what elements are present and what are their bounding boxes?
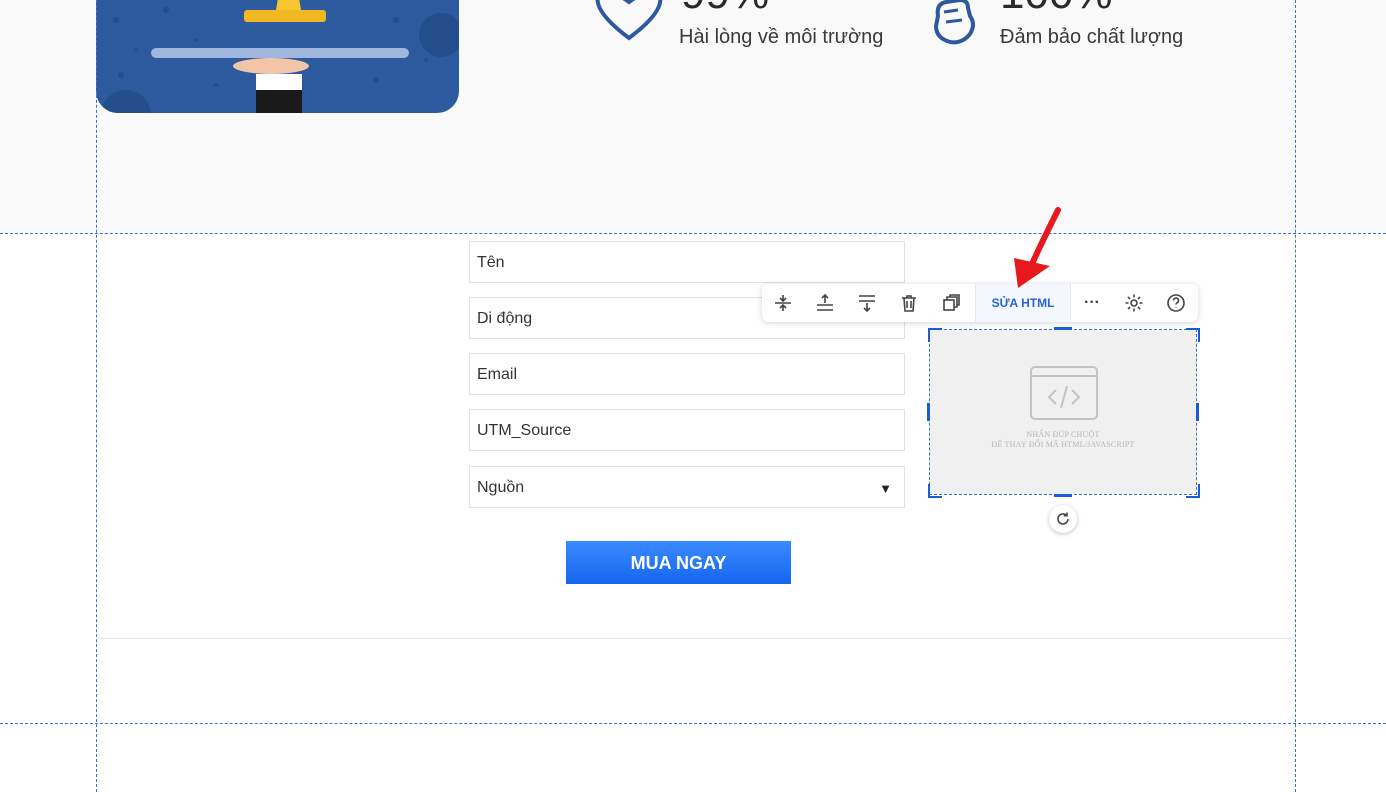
name-field[interactable]: Tên <box>469 241 905 283</box>
buy-now-button[interactable]: MUA NGAY <box>566 541 791 584</box>
more-options-button[interactable]: ··· <box>1071 284 1113 322</box>
stat-label: Đảm bảo chất lượng <box>1000 26 1184 48</box>
move-up-icon[interactable] <box>804 284 846 322</box>
email-field[interactable]: Email <box>469 353 905 395</box>
section-boundary <box>0 233 1386 234</box>
divider <box>97 638 1295 639</box>
html-embed-block[interactable]: NHẤN ĐÚP CHUỘT ĐỂ THAY ĐỔI MÃ HTML/JAVAS… <box>929 329 1197 495</box>
resize-handle[interactable] <box>928 484 942 498</box>
resize-handle[interactable] <box>1186 328 1200 342</box>
source-select[interactable]: Nguồn ▼ <box>469 466 905 508</box>
resize-handle[interactable] <box>1054 327 1072 330</box>
help-icon[interactable] <box>1155 284 1197 322</box>
stat-number: 100% <box>1000 0 1113 16</box>
code-icon <box>1030 366 1098 420</box>
field-placeholder: UTM_Source <box>477 422 572 439</box>
caret-down-icon: ▼ <box>879 481 892 496</box>
field-placeholder: Tên <box>477 254 505 271</box>
resize-handle[interactable] <box>927 403 930 421</box>
rotate-icon[interactable] <box>1049 505 1077 533</box>
gear-icon[interactable] <box>1113 284 1155 322</box>
stat-label: Hài lòng về môi trường <box>679 26 884 48</box>
raised-fist-icon <box>930 0 980 51</box>
duplicate-icon[interactable] <box>930 284 972 322</box>
move-down-icon[interactable] <box>846 284 888 322</box>
resize-handle[interactable] <box>928 328 942 342</box>
hero-illustration <box>96 0 459 113</box>
section-boundary <box>0 723 1386 724</box>
heart-icon <box>594 0 664 47</box>
field-placeholder: Di động <box>477 310 533 327</box>
select-value: Nguồn <box>477 479 525 496</box>
utm-source-field[interactable]: UTM_Source <box>469 409 905 451</box>
element-toolbar: SỬA HTML ··· <box>762 284 1198 322</box>
resize-handle[interactable] <box>1196 403 1199 421</box>
trash-icon[interactable] <box>888 284 930 322</box>
resize-handle[interactable] <box>1186 484 1200 498</box>
guide-line-left <box>96 0 97 792</box>
annotation-arrow-icon <box>1014 207 1061 288</box>
html-block-hint: ĐỂ THAY ĐỔI MÃ HTML/JAVASCRIPT <box>991 440 1135 449</box>
resize-handle[interactable] <box>1054 494 1072 497</box>
html-block-hint: NHẤN ĐÚP CHUỘT <box>1026 430 1100 439</box>
field-placeholder: Email <box>477 366 518 383</box>
guide-line-right <box>1295 0 1296 792</box>
stat-number: 99% <box>681 0 769 16</box>
insert-section-icon[interactable] <box>762 284 804 322</box>
